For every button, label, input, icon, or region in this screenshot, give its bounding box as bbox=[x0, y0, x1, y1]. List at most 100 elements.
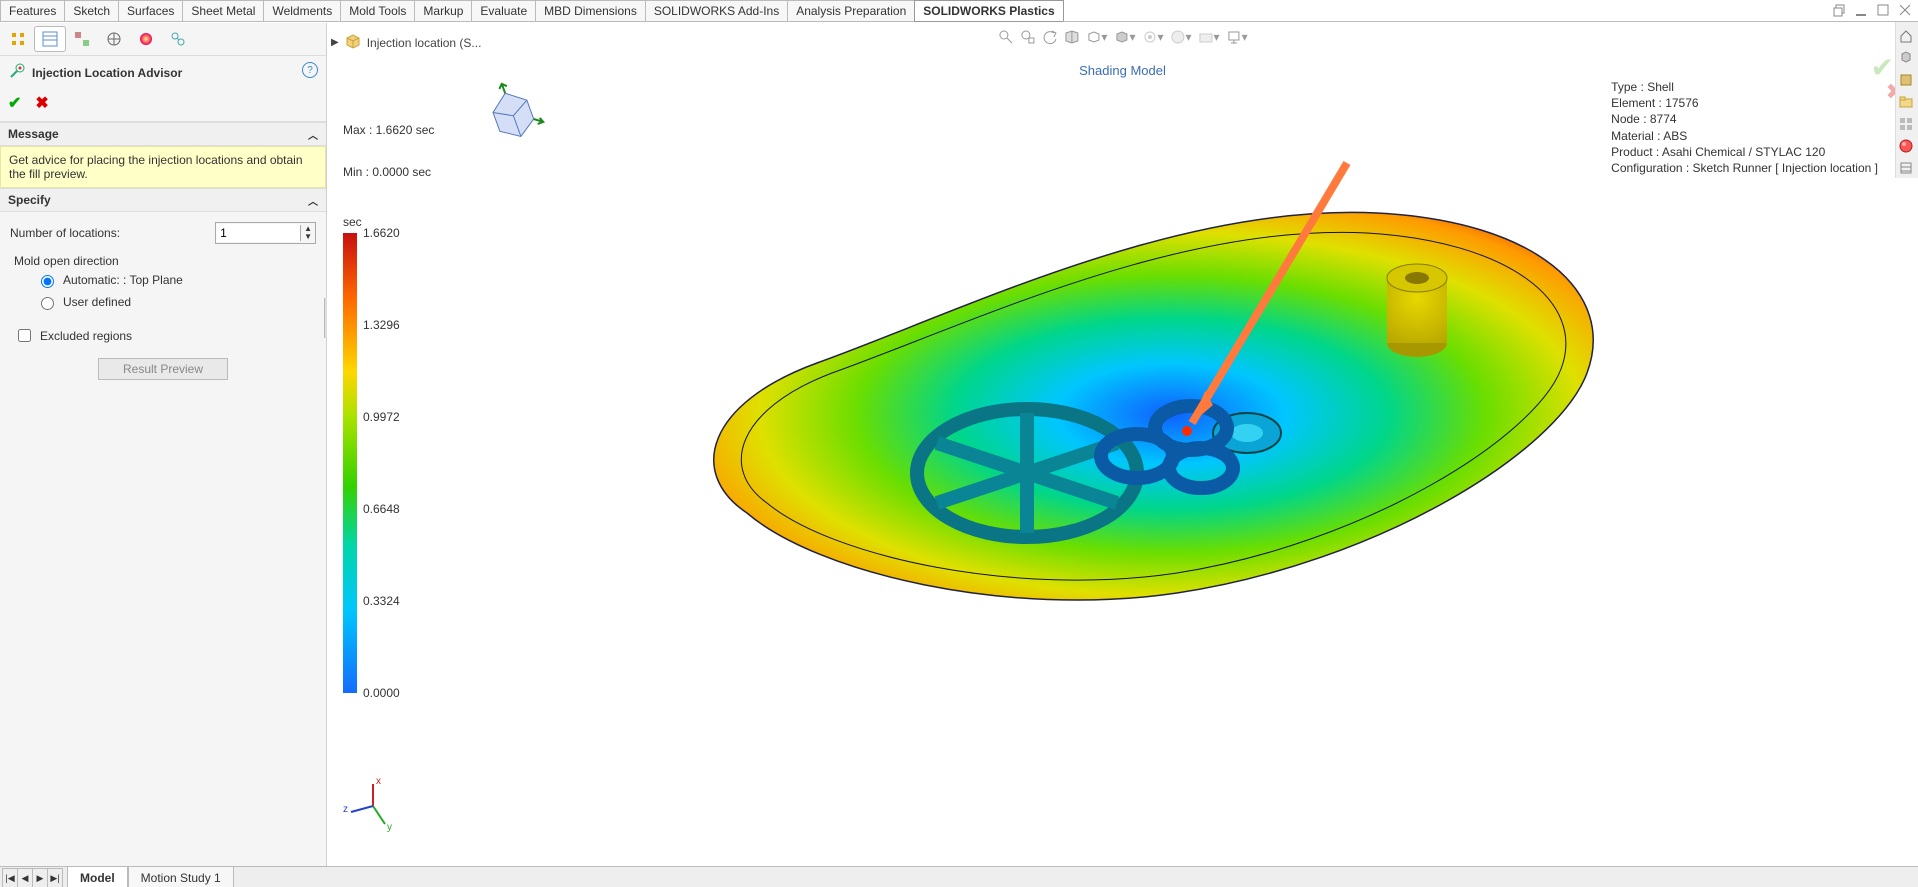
message-section-body: Get advice for placing the injection loc… bbox=[0, 146, 326, 188]
window-controls bbox=[1834, 0, 1918, 22]
tab-solidworks-addins[interactable]: SOLIDWORKS Add-Ins bbox=[645, 0, 788, 22]
minimize-icon[interactable] bbox=[1856, 5, 1868, 17]
excluded-regions-input[interactable] bbox=[18, 329, 31, 342]
first-tab-icon[interactable]: |◀ bbox=[3, 869, 18, 887]
previous-view-icon[interactable] bbox=[1041, 29, 1057, 45]
breadcrumb-label: Injection location (S... bbox=[367, 36, 482, 50]
tab-weldments[interactable]: Weldments bbox=[263, 0, 341, 22]
tab-mbd-dimensions[interactable]: MBD Dimensions bbox=[535, 0, 646, 22]
legend-ticks: 1.6620 1.3296 0.9972 0.6648 0.3324 0.000… bbox=[357, 233, 415, 693]
legend-gradient bbox=[343, 233, 357, 693]
num-locations-label: Number of locations: bbox=[10, 226, 120, 240]
specify-section-header[interactable]: Specify︿ bbox=[0, 188, 326, 212]
dimxpert-tab-icon[interactable] bbox=[98, 26, 130, 52]
view-palette-icon[interactable] bbox=[1896, 114, 1916, 134]
info-material: Material : ABS bbox=[1611, 128, 1878, 144]
accept-cancel-row: ✔ ✖ bbox=[0, 89, 326, 122]
view-orientation-icon[interactable]: ▾ bbox=[1085, 29, 1107, 45]
automatic-radio[interactable]: Automatic: : Top Plane bbox=[10, 272, 316, 291]
custom-properties-icon[interactable] bbox=[1896, 158, 1916, 178]
user-defined-radio[interactable]: User defined bbox=[10, 291, 316, 313]
help-icon[interactable]: ? bbox=[302, 62, 318, 78]
next-tab-icon[interactable]: ▶ bbox=[33, 869, 48, 887]
home-icon[interactable] bbox=[1896, 26, 1916, 46]
appearances-icon[interactable] bbox=[1896, 136, 1916, 156]
tab-evaluate[interactable]: Evaluate bbox=[471, 0, 536, 22]
task-pane-tabs bbox=[1895, 22, 1918, 178]
view-settings-icon[interactable]: ▾ bbox=[1226, 29, 1248, 45]
study-info-block: Type : Shell Element : 17576 Node : 8774… bbox=[1611, 79, 1878, 176]
display-manager-tab-icon[interactable] bbox=[130, 26, 162, 52]
info-type: Type : Shell bbox=[1611, 79, 1878, 95]
injection-advisor-icon bbox=[8, 62, 26, 83]
zoom-area-icon[interactable] bbox=[1019, 29, 1035, 45]
info-element: Element : 17576 bbox=[1611, 95, 1878, 111]
design-library-icon[interactable] bbox=[1896, 70, 1916, 90]
tab-scroll-nav: |◀ ◀ ▶ ▶| bbox=[2, 868, 63, 887]
property-manager-tab-icon[interactable] bbox=[34, 26, 66, 52]
property-manager-title-row: Injection Location Advisor ? bbox=[0, 56, 326, 89]
svg-text:x: x bbox=[376, 776, 381, 787]
heads-up-view-toolbar: ▾ ▾ ▾ ▾ ▾ ▾ bbox=[997, 29, 1247, 45]
excluded-regions-checkbox[interactable]: Excluded regions bbox=[10, 323, 316, 348]
panel-mode-toolbar bbox=[0, 23, 326, 56]
last-tab-icon[interactable]: ▶| bbox=[48, 869, 62, 887]
feature-manager-tab-icon[interactable] bbox=[2, 26, 34, 52]
bottom-tab-bar: |◀ ◀ ▶ ▶| Model Motion Study 1 bbox=[0, 866, 1918, 887]
display-style-icon[interactable]: ▾ bbox=[1113, 29, 1135, 45]
orientation-cube[interactable] bbox=[477, 77, 547, 147]
hide-show-icon[interactable]: ▾ bbox=[1141, 29, 1163, 45]
property-manager-title: Injection Location Advisor bbox=[32, 66, 182, 80]
tab-sketch[interactable]: Sketch bbox=[64, 0, 119, 22]
automatic-radio-input[interactable] bbox=[41, 275, 54, 288]
resources-icon[interactable] bbox=[1896, 48, 1916, 68]
apply-scene-icon[interactable]: ▾ bbox=[1198, 29, 1220, 45]
result-preview-button[interactable]: Result Preview bbox=[98, 358, 228, 380]
command-manager-tabs: Features Sketch Surfaces Sheet Metal Wel… bbox=[0, 0, 1918, 23]
bottom-tab-model[interactable]: Model bbox=[67, 867, 128, 887]
edit-appearance-icon[interactable]: ▾ bbox=[1170, 29, 1192, 45]
tab-features[interactable]: Features bbox=[0, 0, 65, 22]
zoom-to-fit-icon[interactable] bbox=[997, 29, 1013, 45]
restore-down-icon[interactable] bbox=[1834, 5, 1846, 17]
close-icon[interactable] bbox=[1900, 5, 1912, 17]
decrement-icon[interactable]: ▼ bbox=[301, 233, 315, 241]
ok-button[interactable]: ✔ bbox=[8, 93, 21, 113]
mold-open-label: Mold open direction bbox=[10, 254, 316, 272]
info-configuration: Configuration : Sketch Runner [ Injectio… bbox=[1611, 160, 1878, 176]
section-view-icon[interactable] bbox=[1063, 29, 1079, 45]
specify-section-body: Number of locations: ▲▼ Mold open direct… bbox=[0, 212, 326, 388]
svg-text:y: y bbox=[387, 822, 392, 833]
svg-text:z: z bbox=[343, 804, 348, 815]
tab-surfaces[interactable]: Surfaces bbox=[118, 0, 183, 22]
legend-min: Min : 0.0000 sec bbox=[343, 165, 415, 179]
plastics-manager-tab-icon[interactable] bbox=[162, 26, 194, 52]
color-legend: Max : 1.6620 sec Min : 0.0000 sec sec 1.… bbox=[343, 95, 415, 693]
breadcrumb[interactable]: ▶ Injection location (S... bbox=[331, 33, 481, 52]
tab-mold-tools[interactable]: Mold Tools bbox=[340, 0, 415, 22]
tab-markup[interactable]: Markup bbox=[414, 0, 472, 22]
maximize-icon[interactable] bbox=[1878, 5, 1890, 17]
file-explorer-icon[interactable] bbox=[1896, 92, 1916, 112]
legend-max: Max : 1.6620 sec bbox=[343, 123, 415, 137]
num-locations-input[interactable] bbox=[216, 224, 300, 242]
chevron-up-icon: ︿ bbox=[308, 193, 318, 208]
chevron-right-icon[interactable]: ▶ bbox=[331, 37, 339, 48]
axis-triad[interactable]: x y z bbox=[343, 776, 403, 836]
bottom-tab-motion-study[interactable]: Motion Study 1 bbox=[128, 867, 234, 887]
tab-solidworks-plastics[interactable]: SOLIDWORKS Plastics bbox=[914, 0, 1063, 22]
cancel-button[interactable]: ✖ bbox=[35, 93, 48, 113]
configuration-manager-tab-icon[interactable] bbox=[66, 26, 98, 52]
prev-tab-icon[interactable]: ◀ bbox=[18, 869, 33, 887]
tab-sheet-metal[interactable]: Sheet Metal bbox=[182, 0, 264, 22]
message-section-header[interactable]: Message︿ bbox=[0, 122, 326, 146]
chevron-up-icon: ︿ bbox=[308, 127, 318, 142]
property-manager-panel: Injection Location Advisor ? ✔ ✖ Message… bbox=[0, 23, 327, 866]
user-defined-radio-input[interactable] bbox=[41, 297, 54, 310]
graphics-viewport[interactable]: ▶ Injection location (S... ▾ ▾ ▾ ▾ ▾ ▾ S… bbox=[327, 23, 1918, 866]
num-locations-spinner[interactable]: ▲▼ bbox=[215, 222, 316, 244]
tab-analysis-preparation[interactable]: Analysis Preparation bbox=[787, 0, 915, 22]
info-product: Product : Asahi Chemical / STYLAC 120 bbox=[1611, 144, 1878, 160]
shaded-model[interactable] bbox=[657, 173, 1607, 653]
viewport-title: Shading Model bbox=[1079, 63, 1166, 78]
